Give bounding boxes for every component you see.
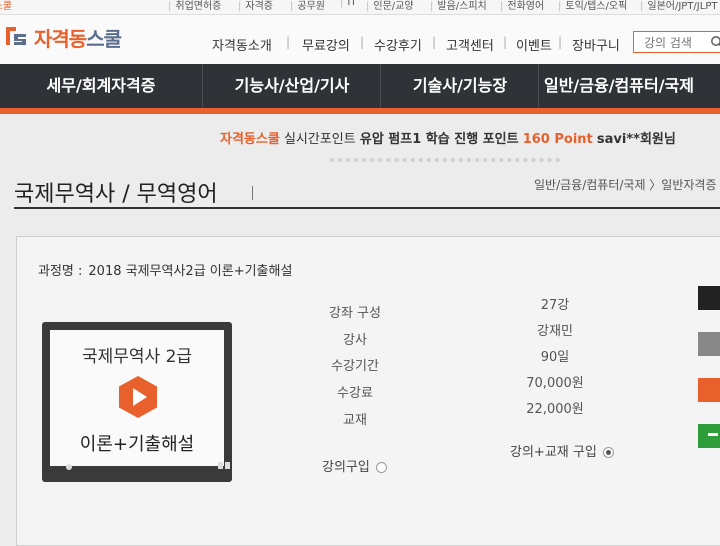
breadcrumb[interactable]: 일반/금융/컴퓨터/국제 〉일반자격증 xyxy=(534,176,717,193)
ticker-points: 160 Point xyxy=(522,132,593,147)
thumbnail-subtitle: 이론+기출해설 xyxy=(79,434,195,455)
topbar-link[interactable]: 자격증스쿨 xyxy=(0,0,12,12)
topbar-link[interactable]: 일본어/JPT/JLPT xyxy=(640,0,717,12)
thumbnail-screen: 국제무역사 2급 이론+기출해설 xyxy=(50,330,224,466)
gnb-reviews[interactable]: 수강후기 xyxy=(374,35,422,54)
info-value-composition: 27강 xyxy=(540,298,570,313)
nav-tax-accounting[interactable]: 세무/회계자격증 xyxy=(0,64,202,108)
action-button-gray[interactable] xyxy=(698,332,720,356)
gnb-divider: | xyxy=(360,35,365,49)
logo-text-blue: 스쿨 xyxy=(86,27,122,51)
gnb-about[interactable]: 자격동소개 xyxy=(212,35,272,54)
ticker-activity: 유압 펌프1 학습 진행 포인트 xyxy=(359,132,519,147)
gnb-divider: | xyxy=(432,35,437,49)
option-bundle-radio[interactable] xyxy=(602,447,614,458)
gnb-cart[interactable]: 장바구니 xyxy=(572,35,620,54)
thumbnail-title: 국제무역사 2급 xyxy=(81,347,193,367)
search-icon[interactable] xyxy=(710,35,720,49)
topbar-link[interactable]: 인문/교양 xyxy=(366,0,413,12)
topbar-link[interactable]: 취업면허증 xyxy=(168,0,221,12)
logo-text: 자격동스쿨 xyxy=(34,23,122,52)
course-name-label: 과정명 : xyxy=(38,264,83,279)
info-value-fee: 70,000원 xyxy=(526,376,584,391)
option-bundle-label: 강의+교재 구입 xyxy=(510,445,597,460)
topbar-link[interactable]: 자격증 xyxy=(238,0,273,12)
course-name-value: 2018 국제무역사2급 이론+기출해설 xyxy=(88,264,293,279)
play-icon[interactable] xyxy=(118,375,158,419)
main-nav: 세무/회계자격증 기능사/산업/기사 기술사/기능장 일반/금융/컴퓨터/국제 xyxy=(0,64,720,114)
gnb-customer-center[interactable]: 고객센터 xyxy=(446,35,494,54)
topbar-link[interactable]: 발음/스피치 xyxy=(430,0,486,12)
course-name: 과정명 : 2018 국제무역사2급 이론+기출해설 xyxy=(38,260,292,279)
page-title: 국제무역사 / 무역영어 xyxy=(14,182,218,207)
action-button-dark[interactable] xyxy=(698,286,720,310)
info-label-instructor: 강사 xyxy=(343,333,367,348)
nav-technician[interactable]: 기능사/산업/기사 xyxy=(202,64,381,108)
option-lecture-label: 강의구입 xyxy=(322,460,370,475)
option-lecture-radio[interactable] xyxy=(375,462,387,473)
action-button-green[interactable] xyxy=(698,424,720,448)
course-thumbnail[interactable]: 국제무역사 2급 이론+기출해설 xyxy=(42,322,232,482)
info-label-composition: 강좌 구성 xyxy=(329,306,381,321)
option-lecture-only[interactable]: 강의구입 xyxy=(322,456,387,475)
nav-professional-engineer[interactable]: 기술사/기능장 xyxy=(380,64,539,108)
info-value-instructor: 강재민 xyxy=(537,324,573,339)
topbar-link[interactable]: 공무원 xyxy=(290,0,325,12)
option-lecture-bundle[interactable]: 강의+교재 구입 xyxy=(510,441,614,460)
gnb-divider: | xyxy=(503,35,508,49)
logo-text-orange: 자격동 xyxy=(34,27,87,51)
points-ticker: 자격동스쿨 실시간포인트 유압 펌프1 학습 진행 포인트 160 Point … xyxy=(220,128,676,147)
gnb-free-lectures[interactable]: 무료강의 xyxy=(302,35,350,54)
ticker-label: 실시간포인트 xyxy=(283,132,356,147)
title-divider xyxy=(252,186,253,200)
search-box xyxy=(633,31,720,53)
info-label-fee: 수강료 xyxy=(337,386,373,401)
info-value-textbook: 22,000원 xyxy=(526,402,584,417)
topbar-link[interactable]: IT xyxy=(340,0,356,8)
topbar-link[interactable]: 전화영어 xyxy=(500,0,544,12)
nav-general-finance[interactable]: 일반/금융/컴퓨터/국제 xyxy=(538,64,699,108)
progress-dot-icon xyxy=(66,464,72,470)
gnb-divider: | xyxy=(286,35,291,49)
info-label-period: 수강기간 xyxy=(331,359,379,374)
gnb-divider: | xyxy=(558,35,563,49)
search-input[interactable] xyxy=(642,35,716,51)
ticker-user: savi**회원님 xyxy=(596,132,676,147)
gnb-events[interactable]: 이벤트 xyxy=(516,35,552,54)
ticker-brand: 자격동스쿨 xyxy=(220,132,280,147)
button-glyph-icon xyxy=(708,433,718,436)
top-utility-bar: 자격증스쿨 취업면허증 자격증 공무원 IT 인문/교양 발음/스피치 전화영어… xyxy=(0,0,720,15)
fullscreen-icon[interactable] xyxy=(218,462,232,470)
info-label-textbook: 교재 xyxy=(343,413,367,428)
site-header: 자격동스쿨 자격동소개 | 무료강의 | 수강후기 | 고객센터 | 이벤트 |… xyxy=(0,15,720,65)
title-rule xyxy=(14,207,720,209)
ticker-next-line xyxy=(330,150,560,162)
info-value-period: 90일 xyxy=(540,350,570,365)
action-button-orange[interactable] xyxy=(698,378,720,402)
logo-mark-icon xyxy=(6,27,26,45)
topbar-link[interactable]: 토익/텝스/오픽 xyxy=(558,0,627,12)
